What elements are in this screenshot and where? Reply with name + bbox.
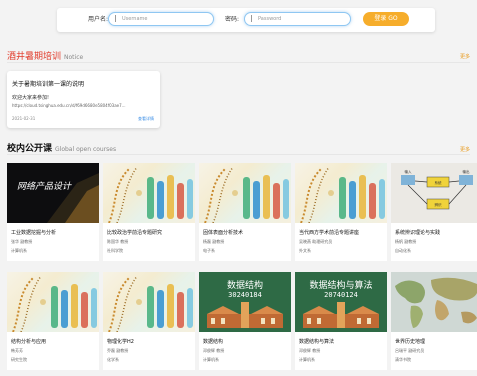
course-school: 清华书院 [395, 357, 411, 362]
notice-detail-link[interactable]: 查看详情 [138, 116, 154, 122]
thumbnail-course-code: 20740124 [324, 291, 358, 299]
course-card[interactable]: 物理化学H2 乔磊 副教授 化学系 [103, 272, 195, 370]
course-school: 计算机系 [11, 248, 27, 253]
course-teacher: 张华 副教授 [11, 239, 33, 244]
course-title[interactable]: 系统辨识理论与实践 [395, 229, 440, 236]
notice-section-title: 酒井暑期培训 Notice [7, 49, 83, 62]
lab-illustration [204, 166, 289, 223]
notice-card[interactable]: 关于暑期培训第一课的说明 欢迎大家来参加! https://cloud.tsin… [7, 71, 160, 128]
course-school: 社科学院 [107, 248, 123, 253]
username-input[interactable]: Username [108, 12, 214, 26]
dark-cover-art [7, 163, 99, 223]
course-teacher: 陈国华 教授 [107, 239, 129, 244]
sketch-label-system: 系统 [435, 180, 443, 185]
notice-card-title[interactable]: 关于暑期培训第一课的说明 [12, 79, 84, 88]
login-bar: 用户名: Username 密码: Password 登录 GO [57, 8, 435, 32]
courses-more-link[interactable]: 更多 [460, 146, 470, 153]
course-school: 计算机系 [203, 357, 219, 362]
lab-illustration [108, 166, 193, 223]
course-card[interactable]: 世界历史地理 吕瑞平 副研究员 清华书院 [391, 272, 477, 370]
course-card[interactable]: 网络产品设计工业数据挖掘与分析 张华 副教授 计算机系 [7, 163, 99, 261]
password-input[interactable]: Password [244, 12, 351, 26]
courses-divider [7, 154, 470, 155]
password-label: 密码: [225, 16, 240, 23]
courses-section-title: 校内公开课 Global open courses [7, 141, 116, 154]
course-school: 计算机系 [299, 357, 315, 362]
course-thumbnail[interactable]: 网络产品设计 [7, 163, 99, 223]
notice-title: 酒井暑期培训 [7, 52, 62, 62]
notice-subtitle: Notice [64, 54, 84, 61]
course-teacher: 吕瑞平 副研究员 [395, 348, 425, 353]
course-title[interactable]: 结构分析与应用 [11, 338, 46, 345]
notice-card-body: 欢迎大家来参加! [12, 95, 50, 101]
course-teacher: 韩芳芳 [11, 348, 23, 353]
course-card[interactable]: 比较政治学前沿专题研究 陈国华 教授 社科学院 [103, 163, 195, 261]
course-thumbnail[interactable]: 数据结构与算法 20740124 [295, 272, 387, 332]
course-card[interactable]: 固体表面分析技术 杨磊 副教授 电子系 [199, 163, 291, 261]
course-card[interactable]: 输入系统 输出辨识系统辨识理论与实践 杨帆 副教授 自动化系 [391, 163, 477, 261]
sketch-label-output: 输出 [463, 169, 471, 174]
lab-illustration [108, 275, 193, 332]
system-diagram-sketch: 输入系统 输出辨识 [391, 163, 477, 223]
course-title[interactable]: 数据结构 [203, 338, 223, 345]
course-title[interactable]: 比较政治学前沿专题研究 [107, 229, 162, 236]
course-teacher: 杨磊 副教授 [203, 239, 225, 244]
course-thumbnail[interactable] [295, 163, 387, 223]
course-teacher: 邓俊辉 教授 [203, 348, 225, 353]
notice-card-url[interactable]: https://cloud.tsinghua.edu.cn/d/f69d6680… [12, 103, 156, 108]
course-teacher: 杨帆 副教授 [395, 239, 417, 244]
course-thumbnail[interactable] [103, 163, 195, 223]
course-title[interactable]: 物理化学H2 [107, 338, 134, 345]
course-thumbnail[interactable]: 数据结构 30240184 [199, 272, 291, 332]
username-placeholder: Username [122, 16, 148, 22]
course-thumbnail[interactable] [103, 272, 195, 332]
text-cursor [115, 15, 116, 22]
course-teacher: 吴晓燕 助理研究员 [299, 239, 333, 244]
thumbnail-title-text: 数据结构 [226, 281, 263, 291]
sketch-label-input: 输入 [405, 169, 413, 174]
notice-card-date: 2021-02-31 [12, 116, 36, 121]
thumbnail-course-code: 30240184 [228, 291, 262, 299]
thumbnail-title-text: 网络产品设计 [17, 182, 72, 192]
text-cursor [251, 15, 252, 22]
lab-illustration [300, 166, 385, 223]
courses-subtitle: Global open courses [55, 146, 117, 153]
course-card[interactable]: 数据结构与算法 20740124 数据结构与算法 邓俊辉 教授 计算机系 [295, 272, 387, 370]
notice-more-link[interactable]: 更多 [460, 53, 470, 60]
course-thumbnail[interactable]: 输入系统 输出辨识 [391, 163, 477, 223]
course-card[interactable]: 当代西方学术前沿专题讲座 吴晓燕 助理研究员 外文系 [295, 163, 387, 261]
course-thumbnail[interactable] [7, 272, 99, 332]
login-button[interactable]: 登录 GO [363, 12, 409, 26]
course-title[interactable]: 数据结构与算法 [299, 338, 334, 345]
course-school: 电子系 [203, 248, 215, 253]
course-thumbnail[interactable] [199, 163, 291, 223]
lab-illustration [12, 275, 97, 332]
course-title[interactable]: 世界历史地理 [395, 338, 425, 345]
password-placeholder: Password [258, 16, 282, 22]
course-thumbnail[interactable] [391, 272, 477, 332]
notice-divider [7, 62, 470, 63]
course-school: 自动化系 [395, 248, 411, 253]
world-map-illustration [391, 272, 477, 332]
thumbnail-title-text: 数据结构与算法 [309, 281, 373, 291]
course-school: 研究生院 [11, 357, 27, 362]
username-label: 用户名: [88, 16, 109, 23]
course-school: 化学系 [107, 357, 119, 362]
course-school: 外文系 [299, 248, 311, 253]
course-teacher: 乔磊 副教授 [107, 348, 129, 353]
sketch-label-identify: 辨识 [435, 202, 443, 207]
course-card[interactable]: 结构分析与应用 韩芳芳研究生院 [7, 272, 99, 370]
course-card[interactable]: 数据结构 30240184 数据结构 邓俊辉 教授 计算机系 [199, 272, 291, 370]
course-title[interactable]: 当代西方学术前沿专题讲座 [299, 229, 359, 236]
course-title[interactable]: 工业数据挖掘与分析 [11, 229, 56, 236]
courses-title: 校内公开课 [7, 144, 53, 154]
course-title[interactable]: 固体表面分析技术 [203, 229, 243, 236]
course-teacher: 邓俊辉 教授 [299, 348, 321, 353]
